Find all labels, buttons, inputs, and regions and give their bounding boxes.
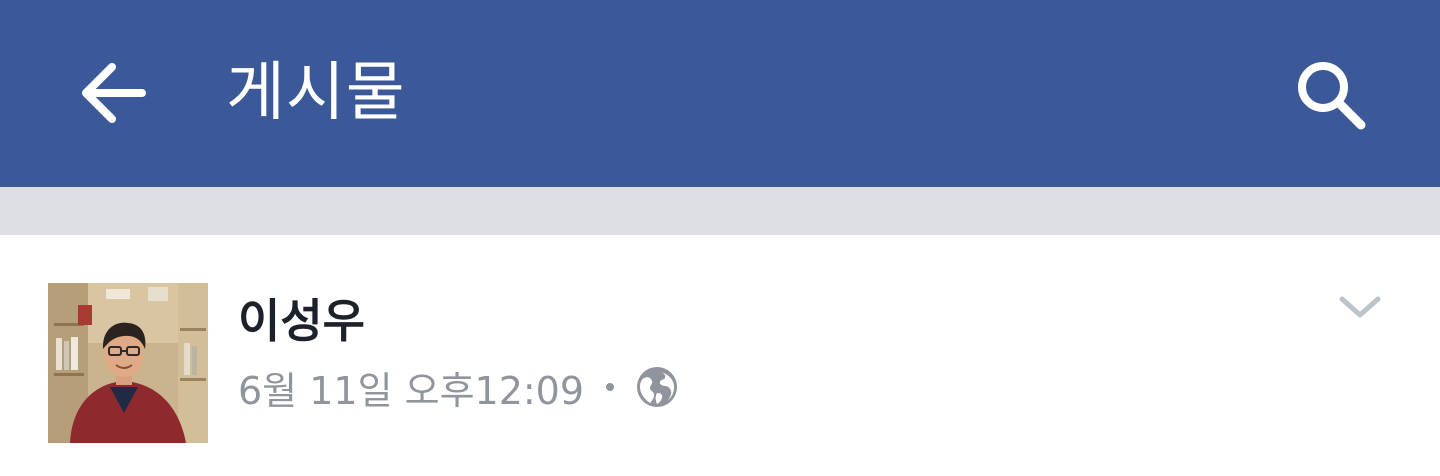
page-title: 게시물 — [226, 56, 406, 130]
top-app-bar: 게시물 — [0, 0, 1440, 187]
search-button[interactable] — [1286, 52, 1376, 138]
post-meta: 6월 11일 오후12:09 — [238, 359, 678, 415]
post-timestamp[interactable]: 6월 11일 오후12:09 — [238, 360, 584, 415]
arrow-left-icon — [82, 63, 146, 123]
search-icon — [1298, 62, 1366, 130]
back-button[interactable] — [70, 50, 156, 136]
post-options-button[interactable] — [1332, 285, 1388, 329]
avatar[interactable] — [48, 283, 208, 443]
separator-dot — [606, 383, 615, 391]
author-name[interactable]: 이성우 — [238, 293, 365, 349]
globe-icon[interactable] — [636, 366, 678, 408]
profile-photo — [48, 283, 208, 443]
section-divider — [0, 187, 1440, 235]
chevron-down-icon — [1339, 296, 1381, 318]
post-header: 이성우 6월 11일 오후12:09 — [0, 235, 1440, 476]
